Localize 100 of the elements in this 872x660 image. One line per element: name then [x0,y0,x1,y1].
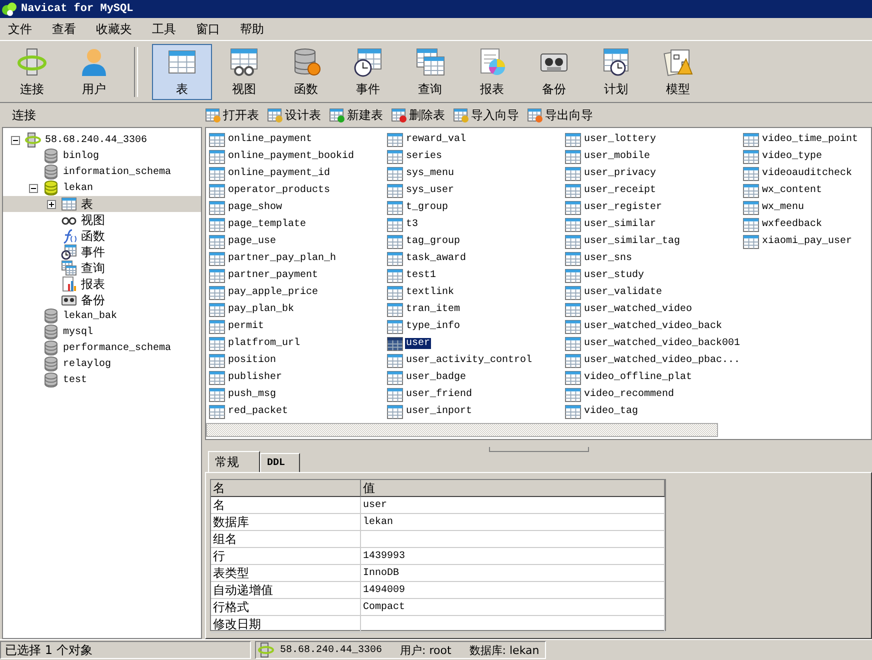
table-item[interactable]: platfrom_url [227,338,302,349]
table-item[interactable]: user_register [583,202,664,213]
table-item[interactable]: page_show [227,202,284,213]
menu-item[interactable]: 文件 [2,20,42,38]
toolbar-button[interactable]: 备份 [524,44,584,100]
table-item[interactable]: task_award [405,253,468,264]
table-item[interactable]: user_badge [405,372,468,383]
expand-icon[interactable] [47,200,56,208]
table-item[interactable]: user_receipt [583,185,658,196]
table-item[interactable]: position [227,355,278,366]
tree-item[interactable]: 报表 [3,276,201,292]
table-item[interactable]: video_offline_plat [583,372,694,383]
toolbar-button[interactable]: 视图 [214,44,274,100]
table-item[interactable]: reward_val [405,134,468,145]
table-item[interactable]: online_payment_bookid [227,151,356,162]
table-item[interactable]: wxfeedback [761,219,824,230]
toolbar-button[interactable]: 连接 [2,44,62,100]
toolbar-button[interactable]: 模型 [648,44,708,100]
table-item[interactable]: test1 [405,270,438,281]
table-item[interactable]: user [405,338,432,349]
toolbar-button[interactable]: 计划 [586,44,646,100]
toolbar-button[interactable]: 导入向导 [453,106,519,124]
table-item[interactable]: pay_plan_bk [227,304,296,315]
tab[interactable]: 常规 [208,451,260,472]
menu-item[interactable]: 收藏夹 [86,20,142,38]
table-item[interactable]: tran_item [405,304,462,315]
table-item[interactable]: user_watched_video_back [583,321,724,332]
table-item[interactable]: video_recommend [583,389,676,400]
table-item[interactable]: user_mobile [583,151,652,162]
tree-item[interactable]: 备份 [3,292,201,308]
table-item[interactable]: pay_apple_price [227,287,320,298]
toolbar-button[interactable]: 表 [152,44,212,100]
toolbar-button[interactable]: 删除表 [391,106,445,124]
tree-item[interactable]: 函数 [3,228,201,244]
table-item[interactable]: user_validate [583,287,664,298]
toolbar-button[interactable]: 新建表 [329,106,383,124]
tree-item[interactable]: lekan [3,180,201,196]
collapse-icon[interactable] [29,184,38,192]
table-item[interactable]: user_watched_video [583,304,694,315]
table-item[interactable]: textlink [405,287,456,298]
table-item[interactable]: partner_pay_plan_h [227,253,338,264]
tree-item[interactable]: lekan_bak [3,308,201,324]
tab[interactable]: DDL [260,453,300,472]
tree-item[interactable]: 事件 [3,244,201,260]
menu-item[interactable]: 工具 [142,20,186,38]
tree-item[interactable]: binlog [3,148,201,164]
table-item[interactable]: user_inport [405,406,474,417]
table-item[interactable]: wx_content [761,185,824,196]
table-item[interactable]: videoauditcheck [761,168,854,179]
table-item[interactable]: page_template [227,219,308,230]
collapse-icon[interactable] [11,136,20,144]
tree-item[interactable]: information_schema [3,164,201,180]
toolbar-button[interactable]: 设计表 [267,106,321,124]
tree-item[interactable]: performance_schema [3,340,201,356]
table-item[interactable]: sys_user [405,185,456,196]
table-item[interactable]: user_similar_tag [583,236,682,247]
tree-item[interactable]: mysql [3,324,201,340]
table-item[interactable]: user_privacy [583,168,658,179]
table-item[interactable]: tag_group [405,236,462,247]
table-item[interactable]: wx_menu [761,202,806,213]
tree-item[interactable]: 58.68.240.44_3306 [3,132,201,148]
tree-item[interactable]: 查询 [3,260,201,276]
toolbar-button[interactable]: 事件 [338,44,398,100]
table-item[interactable]: video_tag [583,406,640,417]
table-item[interactable]: online_payment [227,134,314,145]
table-item[interactable]: xiaomi_pay_user [761,236,854,247]
table-item[interactable]: user_study [583,270,646,281]
table-item[interactable]: user_activity_control [405,355,534,366]
tree-item[interactable]: test [3,372,201,388]
table-item[interactable]: user_similar [583,219,658,230]
toolbar-button[interactable]: 导出向导 [527,106,593,124]
table-item[interactable]: user_watched_video_pbac... [583,355,742,366]
toolbar-button[interactable]: 用户 [64,44,124,100]
scrollbar-thumb[interactable] [206,423,718,437]
table-item[interactable]: push_msg [227,389,278,400]
table-item[interactable]: partner_payment [227,270,320,281]
table-item[interactable]: series [405,151,444,162]
tree-item[interactable]: 视图 [3,212,201,228]
splitter-handle[interactable] [488,447,588,452]
table-item[interactable]: sys_menu [405,168,456,179]
table-item[interactable]: red_packet [227,406,290,417]
table-item[interactable]: user_lottery [583,134,658,145]
tree-item[interactable]: relaylog [3,356,201,372]
table-item[interactable]: video_type [761,151,824,162]
table-item[interactable]: page_use [227,236,278,247]
table-item[interactable]: t3 [405,219,420,230]
table-item[interactable]: t_group [405,202,450,213]
table-item[interactable]: user_watched_video_back001 [583,338,742,349]
table-item[interactable]: online_payment_id [227,168,332,179]
toolbar-button[interactable]: 函数 [276,44,336,100]
table-item[interactable]: type_info [405,321,462,332]
toolbar-button[interactable]: 查询 [400,44,460,100]
table-item[interactable]: permit [227,321,266,332]
toolbar-button[interactable]: 打开表 [205,106,259,124]
menu-item[interactable]: 查看 [42,20,86,38]
table-item[interactable]: publisher [227,372,284,383]
table-item[interactable]: user_sns [583,253,634,264]
menu-item[interactable]: 帮助 [230,20,274,38]
menu-item[interactable]: 窗口 [186,20,230,38]
table-item[interactable]: operator_products [227,185,332,196]
